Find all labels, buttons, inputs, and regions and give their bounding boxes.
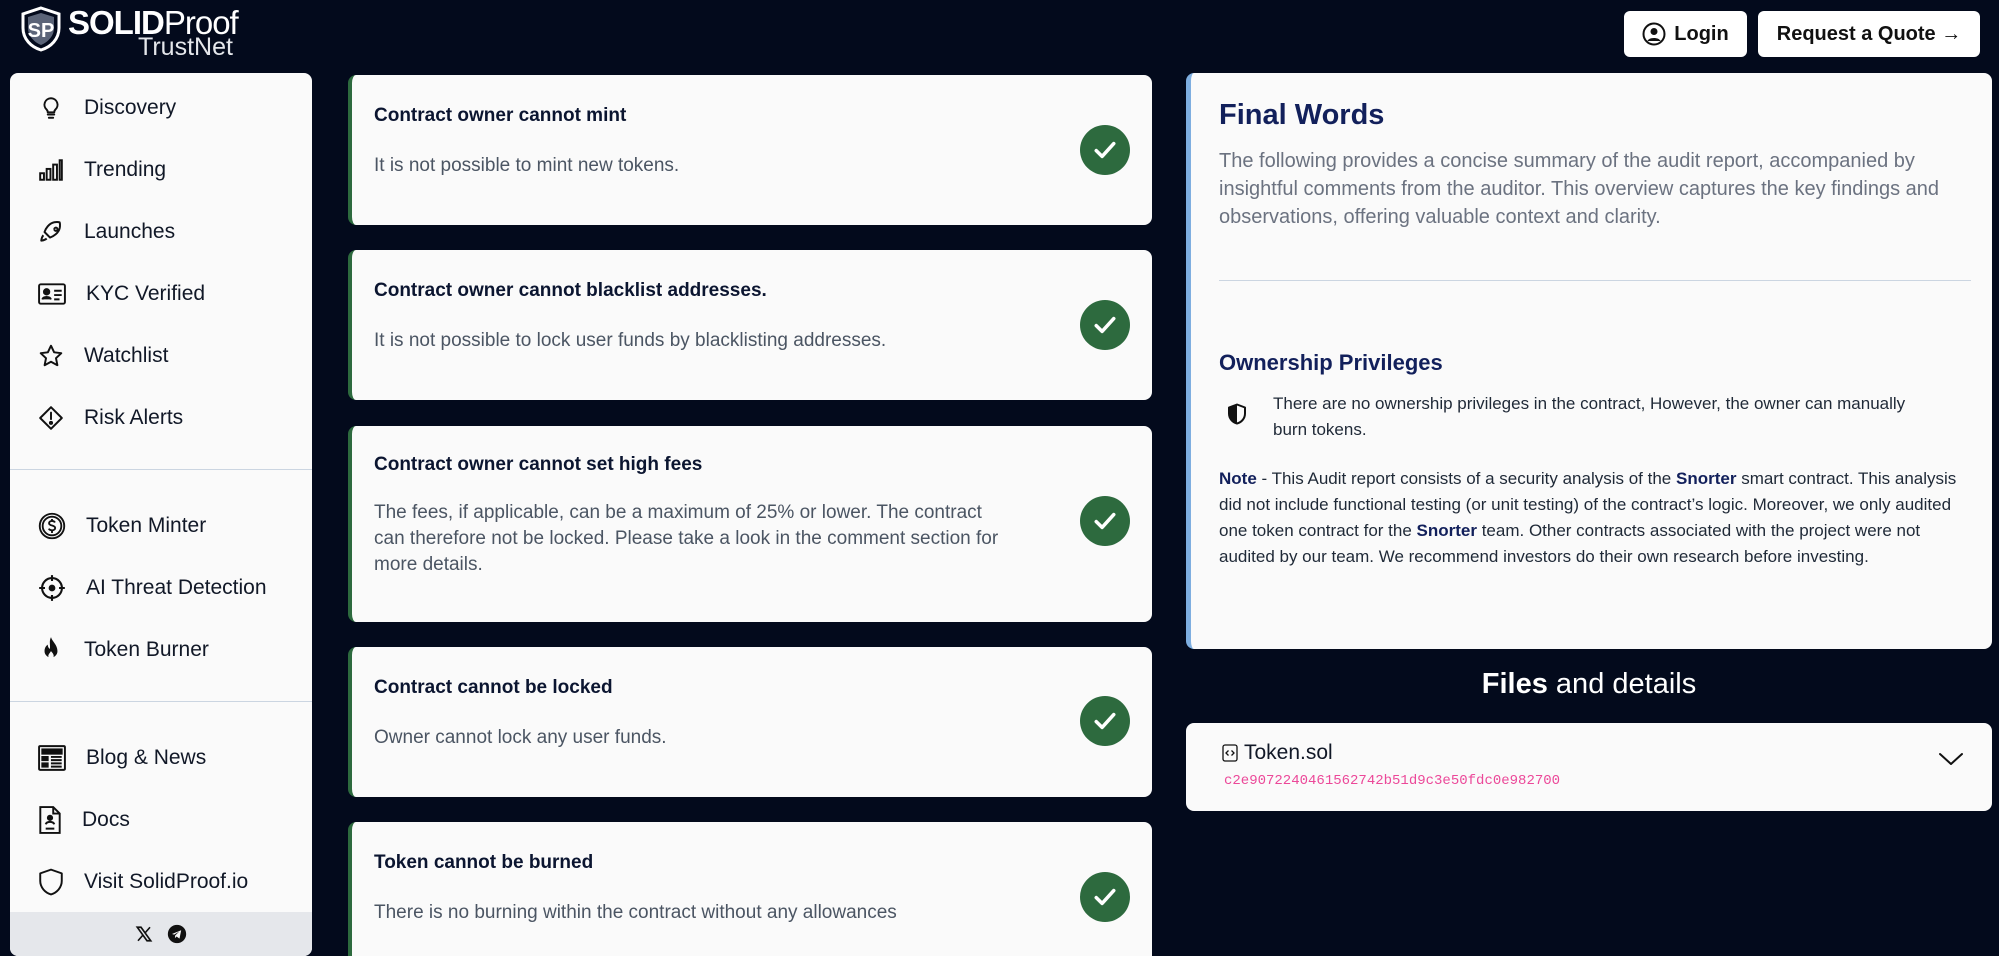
ownership-privileges-text: There are no ownership privileges in the… <box>1273 394 1906 439</box>
sidebar-item-label: Token Minter <box>86 514 207 537</box>
audit-check-card: Contract owner cannot blacklist addresse… <box>348 250 1152 400</box>
note-text-part: - This Audit report consists of a securi… <box>1256 469 1676 488</box>
crosshair-icon <box>39 575 65 601</box>
sidebar-item-docs[interactable]: Docs <box>10 795 312 845</box>
social-links <box>10 912 312 956</box>
sidebar-item-label: Blog & News <box>86 746 207 769</box>
request-quote-button[interactable]: Request a Quote → <box>1758 11 1980 57</box>
check-description: The fees, if applicable, can be a maximu… <box>374 502 999 575</box>
check-description: It is not possible to mint new tokens. <box>374 155 680 176</box>
flame-icon <box>44 637 58 659</box>
login-label: Login <box>1674 22 1729 45</box>
code-file-icon <box>1222 744 1238 762</box>
audit-check-card: Contract owner cannot set high fees The … <box>348 426 1152 622</box>
sidebar-item-label: Docs <box>82 808 130 831</box>
half-shield-icon <box>1228 403 1246 425</box>
note-label: Note <box>1219 469 1257 488</box>
file-name-row: Token.sol <box>1222 741 1333 765</box>
svg-text:SP: SP <box>28 20 55 42</box>
sidebar-item-trending[interactable]: Trending <box>10 145 312 195</box>
bar-chart-icon <box>39 159 63 181</box>
dollar-coin-icon <box>38 512 66 540</box>
solidproof-shield-logo-icon: SP <box>21 6 61 52</box>
star-icon <box>39 344 63 367</box>
final-words-panel: Final Words The following provides a con… <box>1186 73 1992 649</box>
sidebar-item-label: Token Burner <box>84 638 209 661</box>
sidebar-divider <box>10 469 312 470</box>
ownership-privileges-title: Ownership Privileges <box>1219 350 1443 375</box>
sidebar-item-token-burner[interactable]: Token Burner <box>10 625 312 675</box>
x-icon[interactable] <box>135 925 153 943</box>
files-section-title: Files and details <box>1186 668 1992 701</box>
sidebar-item-launches[interactable]: Launches <box>10 207 312 257</box>
file-name: Token.sol <box>1244 741 1333 764</box>
check-title: Token cannot be burned <box>374 852 594 873</box>
newspaper-icon <box>38 745 66 771</box>
sidebar-item-label: Risk Alerts <box>84 406 184 429</box>
brand-subtitle: TrustNet <box>138 33 233 61</box>
final-words-title: Final Words <box>1219 99 1385 131</box>
check-title: Contract owner cannot blacklist addresse… <box>374 280 767 301</box>
sidebar-item-label: Watchlist <box>84 344 169 367</box>
check-passed-icon <box>1080 125 1130 175</box>
sidebar-item-label: Launches <box>84 220 176 243</box>
sidebar-item-blog-news[interactable]: Blog & News <box>10 733 312 783</box>
audit-check-card: Token cannot be burned There is no burni… <box>348 822 1152 956</box>
sidebar-item-risk-alerts[interactable]: Risk Alerts <box>10 393 312 443</box>
check-description: It is not possible to lock user funds by… <box>374 330 887 351</box>
sidebar-item-watchlist[interactable]: Watchlist <box>10 331 312 381</box>
request-quote-label: Request a Quote → <box>1776 22 1962 45</box>
sidebar-item-label: KYC Verified <box>86 282 206 305</box>
sidebar-item-label: Visit SolidProof.io <box>84 870 249 893</box>
brand-logo[interactable]: SP SOLIDProof TrustNet <box>20 6 239 61</box>
alert-diamond-icon <box>39 406 63 430</box>
audit-note: Note - This Audit report consists of a s… <box>1219 466 1971 570</box>
project-name: Snorter <box>1676 469 1737 488</box>
user-circle-icon <box>1642 22 1666 46</box>
ownership-privileges-row: There are no ownership privileges in the… <box>1219 391 1959 443</box>
sidebar-item-token-minter[interactable]: Token Minter <box>10 501 312 551</box>
check-passed-icon <box>1080 300 1130 350</box>
check-passed-icon <box>1080 872 1130 922</box>
sidebar-item-kyc-verified[interactable]: KYC Verified <box>10 269 312 319</box>
check-passed-icon <box>1080 496 1130 546</box>
sidebar-item-discovery[interactable]: Discovery <box>10 83 312 133</box>
check-description: There is no burning within the contract … <box>374 902 897 923</box>
check-title: Contract owner cannot mint <box>374 105 627 126</box>
sidebar-item-label: Trending <box>84 158 167 181</box>
chevron-down-icon[interactable] <box>1938 751 1964 767</box>
sidebar-item-ai-threat-detection[interactable]: AI Threat Detection <box>10 563 312 613</box>
shield-icon <box>39 868 63 896</box>
audit-check-card: Contract cannot be locked Owner cannot l… <box>348 647 1152 797</box>
project-name: Snorter <box>1416 521 1477 540</box>
file-hash: c2e9072240461562742b51d9c3e50fdc0e982700 <box>1224 773 1561 789</box>
sidebar-item-label: AI Threat Detection <box>86 576 267 599</box>
sidebar: Discovery Trending Launches KYC Verified… <box>10 73 312 956</box>
files-title-bold: Files <box>1481 668 1548 700</box>
telegram-icon[interactable] <box>167 924 187 944</box>
rocket-icon <box>40 221 61 242</box>
lightbulb-icon <box>43 97 59 119</box>
login-button[interactable]: Login <box>1624 11 1747 57</box>
audit-check-card: Contract owner cannot mint It is not pos… <box>348 75 1152 225</box>
final-words-intro: The following provides a concise summary… <box>1219 150 1939 228</box>
check-description: Owner cannot lock any user funds. <box>374 727 667 748</box>
id-card-icon <box>38 283 66 305</box>
sidebar-item-visit-solidproof[interactable]: Visit SolidProof.io <box>10 857 312 907</box>
check-passed-icon <box>1080 696 1130 746</box>
files-title-rest: and details <box>1547 668 1697 700</box>
check-title: Contract cannot be locked <box>374 677 613 698</box>
sidebar-divider <box>10 701 312 702</box>
check-title: Contract owner cannot set high fees <box>374 454 703 475</box>
final-words-divider <box>1219 280 1971 281</box>
document-icon <box>39 806 61 834</box>
sidebar-item-label: Discovery <box>84 96 177 119</box>
file-item-accordion[interactable]: Token.sol c2e9072240461562742b51d9c3e50f… <box>1186 723 1992 811</box>
